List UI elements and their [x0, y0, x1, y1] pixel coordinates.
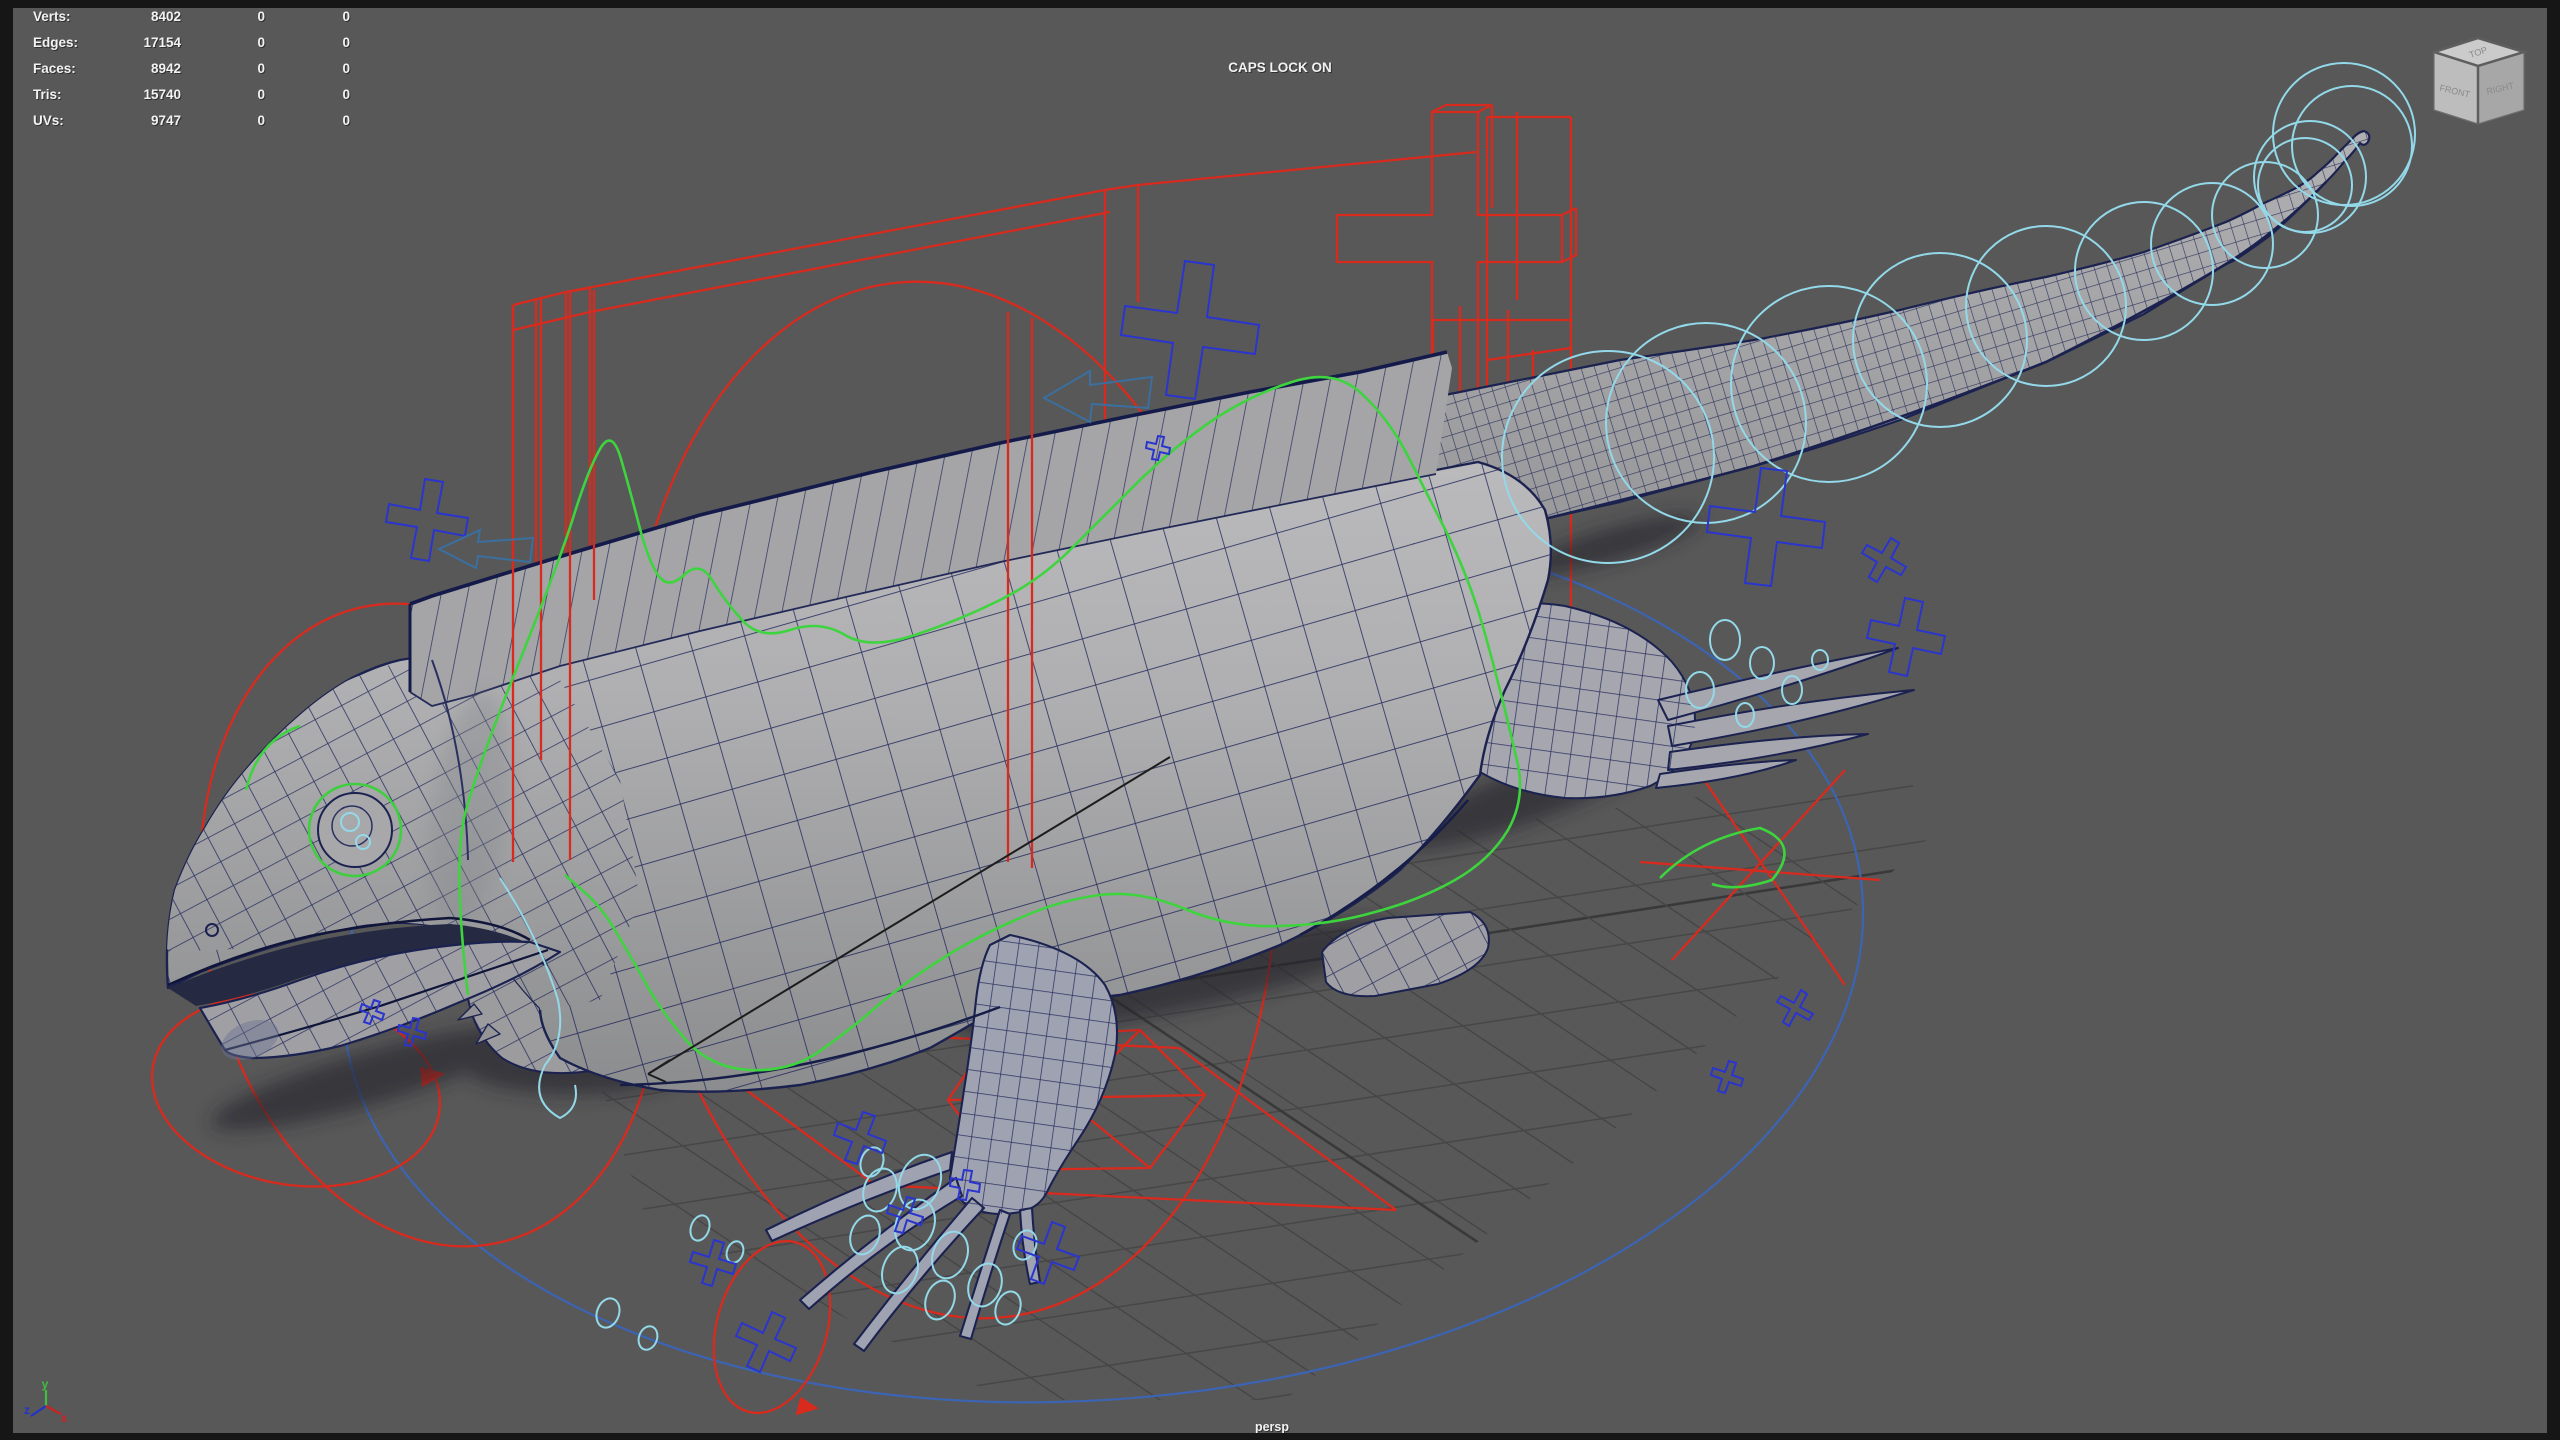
svg-text:persp: persp	[1255, 1420, 1289, 1434]
svg-text:17154: 17154	[143, 35, 181, 50]
svg-text:CAPS LOCK ON: CAPS LOCK ON	[1228, 60, 1332, 75]
svg-text:y: y	[42, 1377, 49, 1391]
svg-text:Edges:: Edges:	[33, 35, 78, 50]
svg-text:0: 0	[257, 87, 265, 102]
svg-text:8402: 8402	[151, 9, 181, 24]
svg-text:0: 0	[342, 87, 350, 102]
svg-text:8942: 8942	[151, 61, 181, 76]
svg-text:UVs:: UVs:	[33, 113, 64, 128]
svg-text:Verts:: Verts:	[33, 9, 71, 24]
svg-text:Faces:: Faces:	[33, 61, 76, 76]
svg-text:Tris:: Tris:	[33, 87, 62, 102]
svg-text:9747: 9747	[151, 113, 181, 128]
svg-text:z: z	[24, 1403, 30, 1417]
svg-text:0: 0	[342, 9, 350, 24]
svg-text:0: 0	[257, 35, 265, 50]
svg-text:0: 0	[342, 61, 350, 76]
svg-text:x: x	[61, 1411, 68, 1425]
svg-text:0: 0	[342, 35, 350, 50]
svg-text:0: 0	[257, 113, 265, 128]
svg-text:0: 0	[342, 113, 350, 128]
svg-text:15740: 15740	[143, 87, 181, 102]
svg-text:0: 0	[257, 9, 265, 24]
svg-text:0: 0	[257, 61, 265, 76]
